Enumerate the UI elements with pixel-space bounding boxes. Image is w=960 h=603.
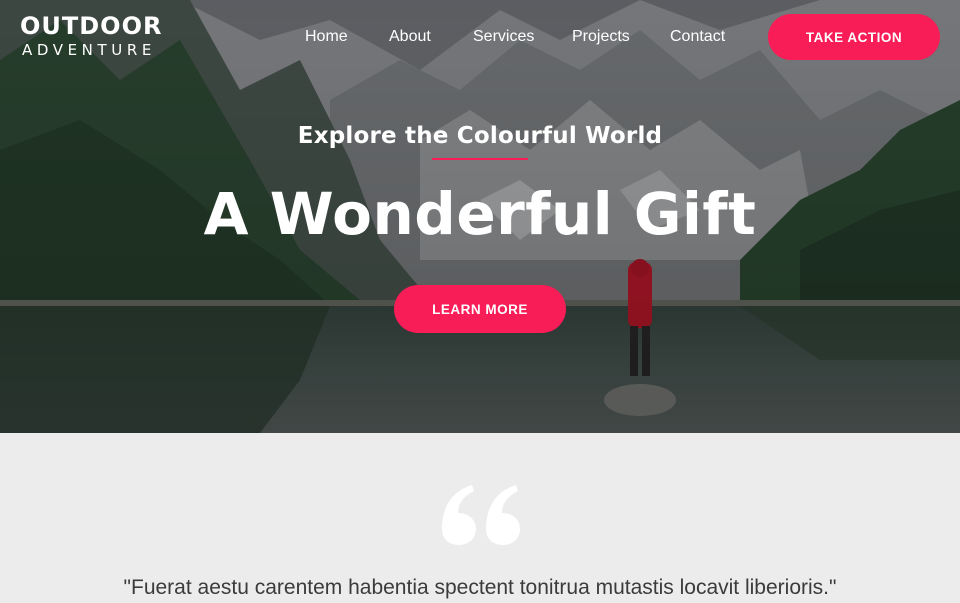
testimonial-quote: "Fuerat aestu carentem habentia spectent… <box>123 576 837 599</box>
hero-divider <box>432 158 528 160</box>
brand-line1: OUTDOOR <box>20 12 163 40</box>
nav-projects[interactable]: Projects <box>572 26 670 48</box>
hero-section: OUTDOOR ADVENTURE Home About Services Pr… <box>0 0 960 433</box>
nav-home[interactable]: Home <box>305 26 389 48</box>
nav-contact[interactable]: Contact <box>670 26 740 48</box>
learn-more-button[interactable]: LEARN MORE <box>394 285 566 333</box>
nav-services[interactable]: Services <box>473 26 572 48</box>
hero-subtitle: Explore the Colourful World <box>297 123 663 149</box>
brand-logo[interactable]: OUTDOOR ADVENTURE <box>20 12 162 60</box>
brand-line2: ADVENTURE <box>22 41 156 59</box>
nav-about[interactable]: About <box>389 26 473 48</box>
hero-title: A Wonderful Gift <box>203 180 757 248</box>
quote-icon <box>442 485 520 545</box>
take-action-button[interactable]: TAKE ACTION <box>768 14 940 60</box>
main-nav: Home About Services Projects Contact <box>305 26 740 48</box>
testimonial-section: "Fuerat aestu carentem habentia spectent… <box>0 433 960 600</box>
